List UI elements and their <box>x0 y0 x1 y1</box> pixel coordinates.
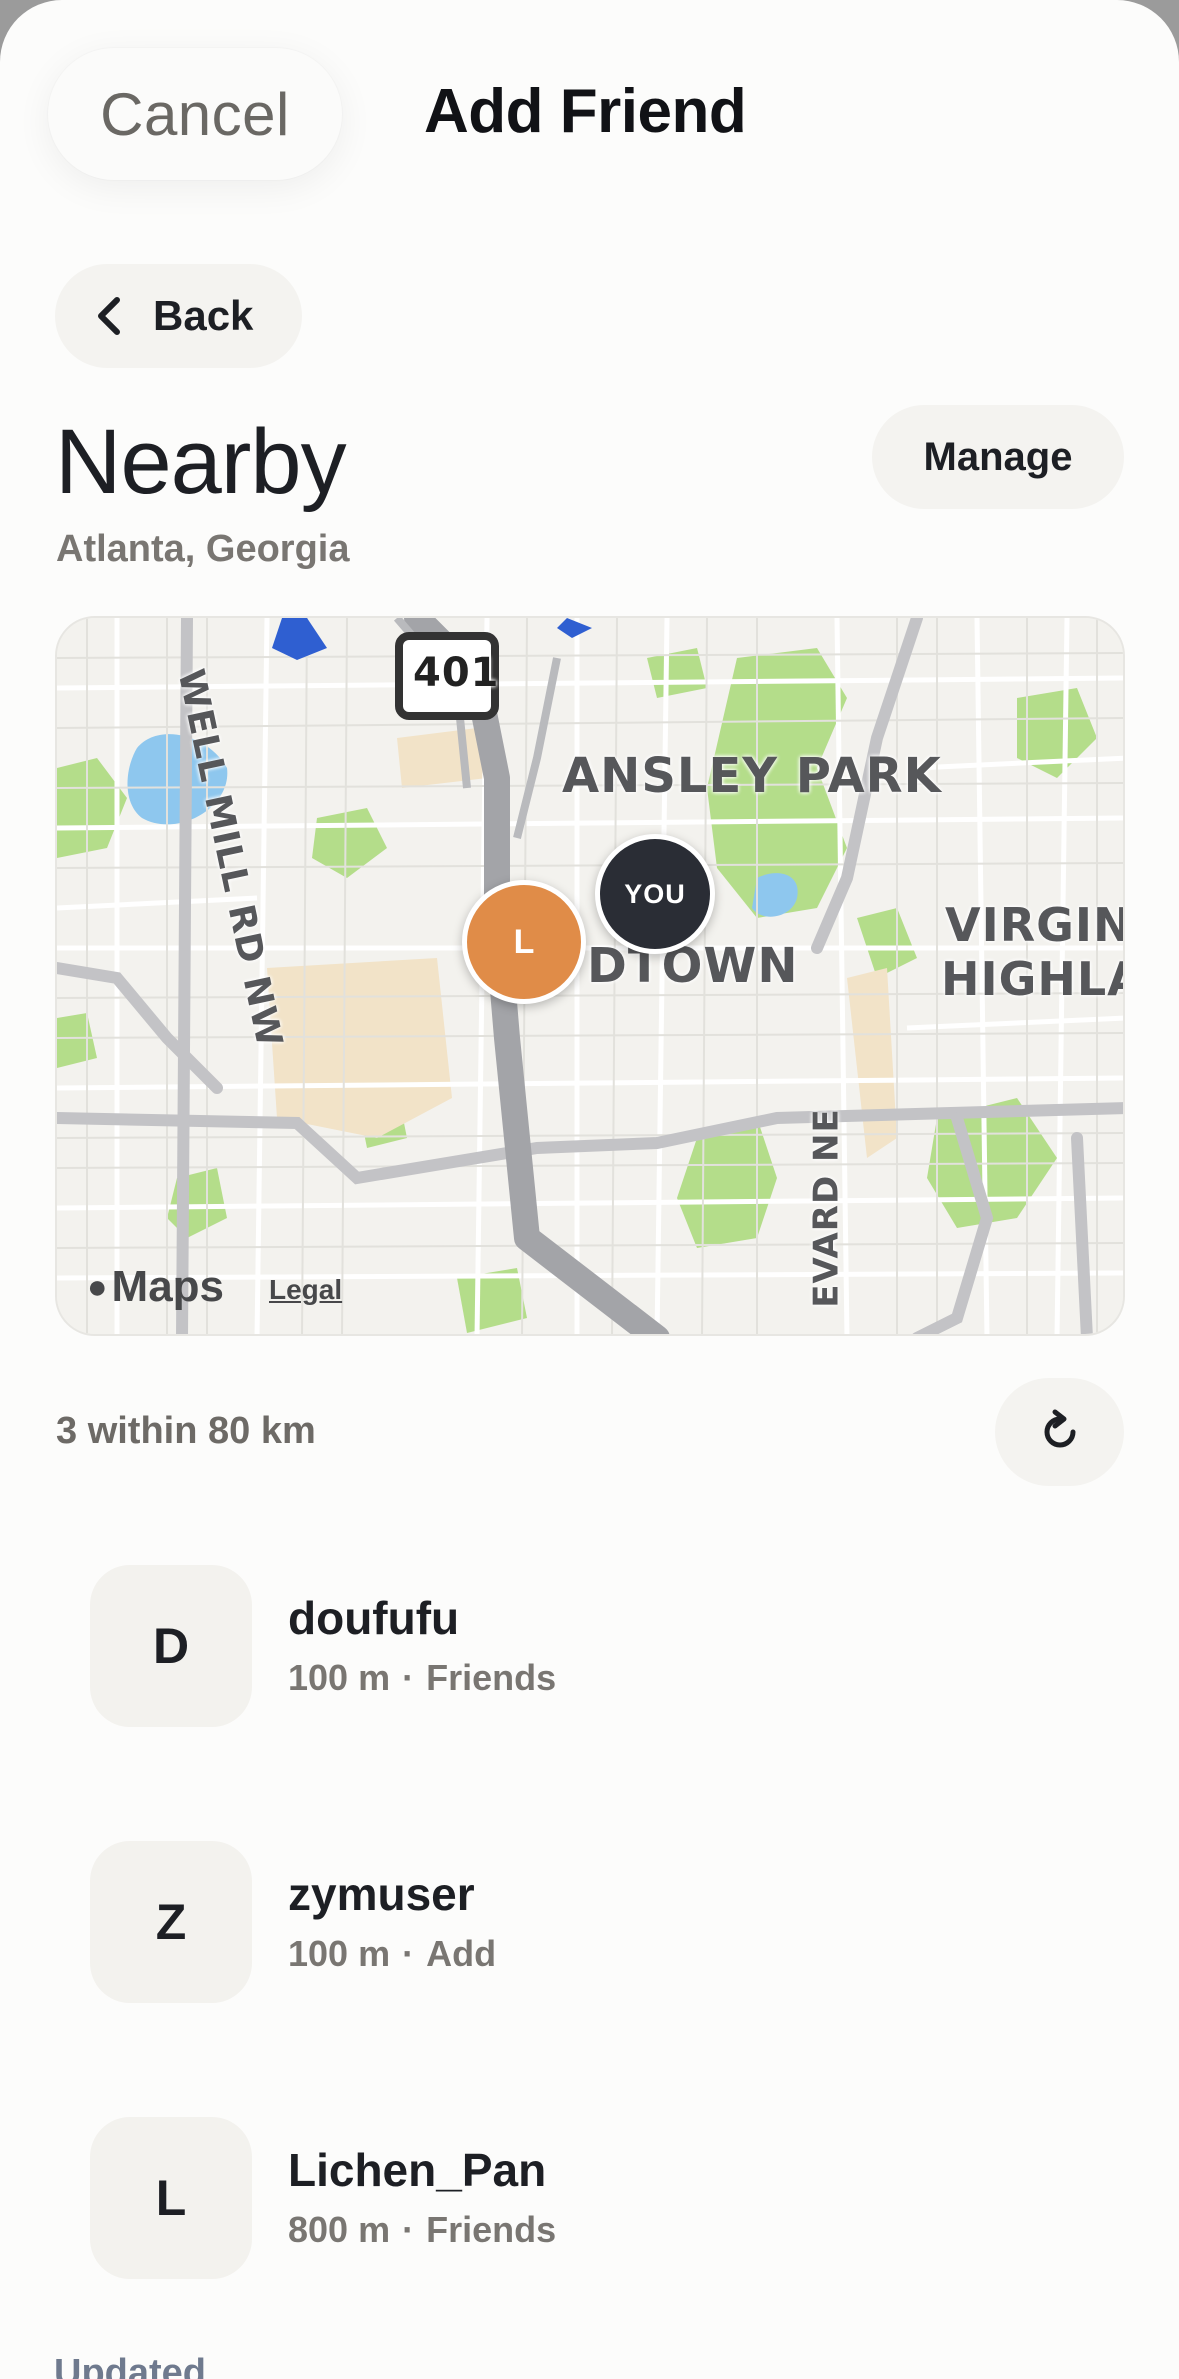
list-item[interactable]: L Lichen_Pan 800 m · Friends <box>0 2117 1179 2317</box>
user-meta: 100 m · Add <box>288 1933 497 1974</box>
updated-label: Updated <box>54 2352 206 2379</box>
sheet-title: Add Friend <box>424 77 747 146</box>
user-distance: 100 m <box>288 1933 391 1974</box>
user-status: Friends <box>426 2209 557 2250</box>
maps-attribution: ● Maps <box>87 1262 224 1312</box>
user-status: Add <box>426 1933 497 1974</box>
route-shield-label: 401 <box>413 650 500 696</box>
user-name: doufufu <box>288 1592 460 1644</box>
chevron-left-icon <box>98 297 120 335</box>
nearby-map[interactable]: 401 ANSLEY PARK DTOWN VIRGINIA HIGHLAN W… <box>55 616 1125 1336</box>
user-name: zymuser <box>288 1868 475 1920</box>
back-label: Back <box>153 292 254 339</box>
add-friend-sheet: Cancel Add Friend Back Nearby Atlanta, G… <box>0 0 1179 2379</box>
user-meta: 800 m · Friends <box>288 2209 557 2250</box>
user-distance: 100 m <box>288 1657 391 1698</box>
results-count: 3 within 80 km <box>56 1410 316 1452</box>
location-subtitle: Atlanta, Georgia <box>56 528 350 570</box>
avatar: L <box>90 2117 252 2279</box>
refresh-icon <box>1044 1409 1075 1448</box>
page-title: Nearby <box>55 411 347 513</box>
map-label-ansley-park: ANSLEY PARK <box>562 748 942 804</box>
map-label-midtown: DTOWN <box>587 938 799 994</box>
maps-wordmark: Maps <box>111 1262 225 1311</box>
user-name: Lichen_Pan <box>288 2144 547 2196</box>
user-meta: 100 m · Friends <box>288 1657 557 1698</box>
manage-button[interactable]: Manage <box>872 405 1124 509</box>
list-item[interactable]: D doufufu 100 m · Friends <box>0 1565 1179 1765</box>
friend-marker[interactable]: L <box>462 880 586 1004</box>
refresh-button[interactable] <box>995 1378 1124 1486</box>
map-label-virginia: VIRGINIA <box>945 898 1123 952</box>
you-marker[interactable]: YOU <box>595 834 715 954</box>
map-label-boulevard: EVARD NE <box>806 1108 847 1308</box>
user-distance: 800 m <box>288 2209 391 2250</box>
user-status: Friends <box>426 1657 557 1698</box>
map-label-highland: HIGHLAN <box>941 952 1123 1006</box>
apple-icon: ● <box>87 1267 108 1306</box>
list-item[interactable]: Z zymuser 100 m · Add <box>0 1841 1179 2041</box>
legal-link[interactable]: Legal <box>269 1274 342 1306</box>
avatar: Z <box>90 1841 252 2003</box>
cancel-button[interactable]: Cancel <box>48 48 342 180</box>
avatar: D <box>90 1565 252 1727</box>
back-button[interactable]: Back <box>55 264 302 368</box>
